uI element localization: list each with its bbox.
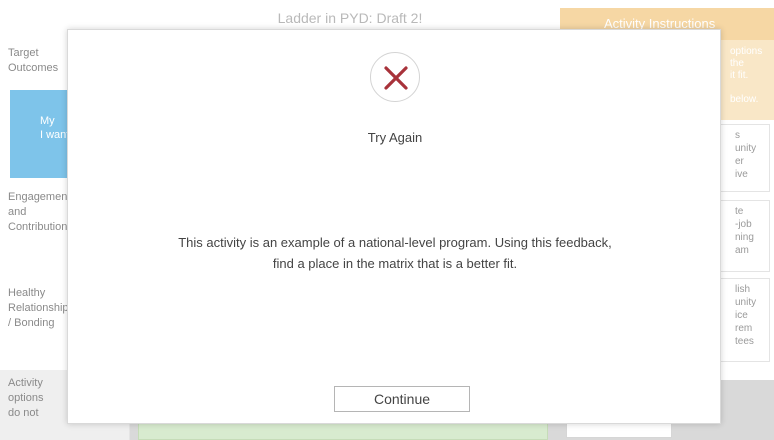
feedback-modal: Try Again This activity is an example of… <box>67 29 721 424</box>
modal-title: Try Again <box>367 130 423 145</box>
feedback-text: This activity is an example of a nationa… <box>178 235 612 271</box>
continue-button[interactable]: Continue <box>334 386 470 412</box>
matrix-title: Ladder in PYD: Draft 2! <box>277 10 423 26</box>
close-x-icon <box>370 52 420 102</box>
